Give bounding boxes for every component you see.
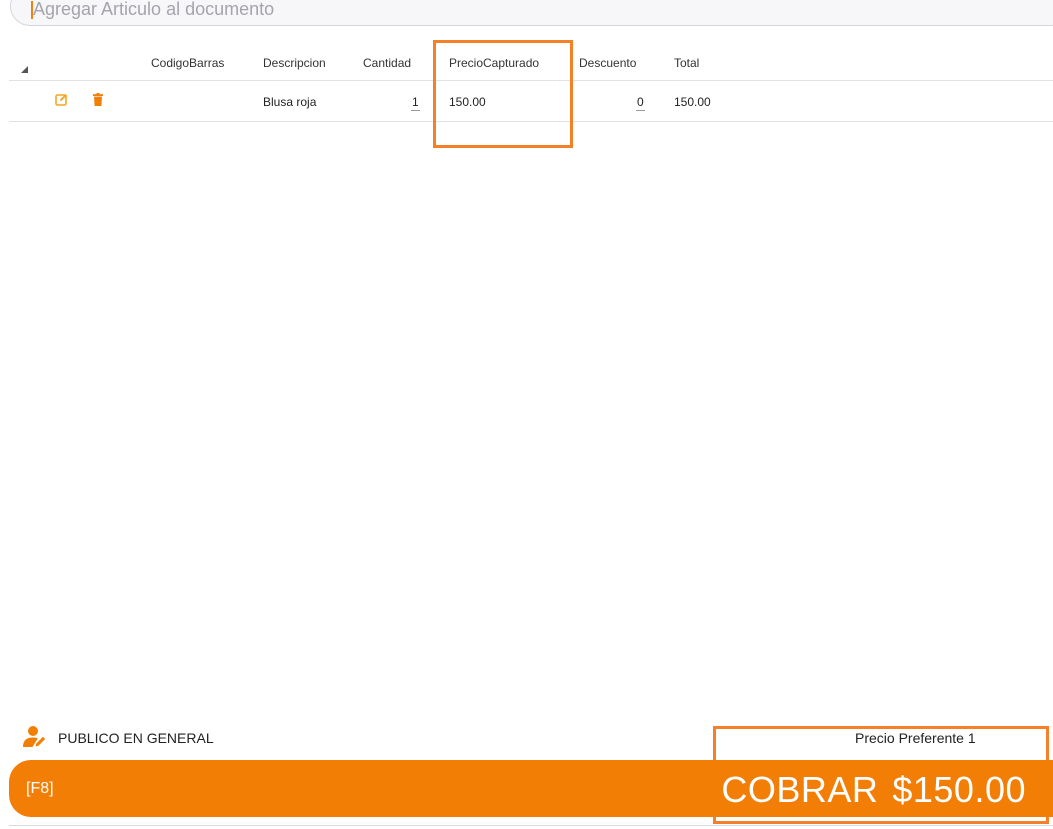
column-header-cantidad[interactable]: Cantidad [363, 56, 411, 70]
customer-name: PUBLICO EN GENERAL [58, 730, 214, 746]
cell-descuento[interactable]: 0 [636, 95, 645, 111]
bottom-divider [9, 825, 1053, 826]
sort-corner-icon[interactable] [21, 66, 28, 73]
cell-preciocapturado[interactable]: 150.00 [449, 95, 486, 109]
cobrar-label: COBRAR $150.00 [721, 769, 1026, 811]
shortcut-key-label: [F8] [26, 780, 54, 797]
total-amount: $150.00 [892, 769, 1026, 810]
edit-icon[interactable] [55, 93, 68, 111]
column-header-descripcion[interactable]: Descripcion [263, 56, 326, 70]
table-row[interactable]: Blusa roja 1 150.00 0 150.00 [9, 81, 1053, 122]
cell-descripcion: Blusa roja [263, 95, 317, 109]
user-edit-icon[interactable] [22, 725, 48, 754]
column-header-total[interactable]: Total [674, 56, 699, 70]
cell-cantidad[interactable]: 1 [411, 95, 420, 111]
cobrar-text: COBRAR [721, 769, 879, 810]
descuento-value[interactable]: 0 [636, 95, 645, 111]
column-header-codigobarras[interactable]: CodigoBarras [151, 56, 224, 70]
cantidad-value[interactable]: 1 [411, 95, 420, 111]
grid-header: CodigoBarras Descripcion Cantidad Precio… [9, 42, 1053, 81]
cell-total: 150.00 [674, 95, 711, 109]
add-article-input[interactable] [33, 0, 633, 23]
trash-icon[interactable] [93, 93, 103, 111]
add-article-search-bar[interactable] [10, 0, 1053, 26]
column-header-preciocapturado[interactable]: PrecioCapturado [449, 56, 539, 70]
column-header-descuento[interactable]: Descuento [579, 56, 636, 70]
cobrar-button[interactable]: [F8] COBRAR $150.00 [9, 760, 1053, 817]
price-level-label: Precio Preferente 1 [855, 730, 976, 746]
